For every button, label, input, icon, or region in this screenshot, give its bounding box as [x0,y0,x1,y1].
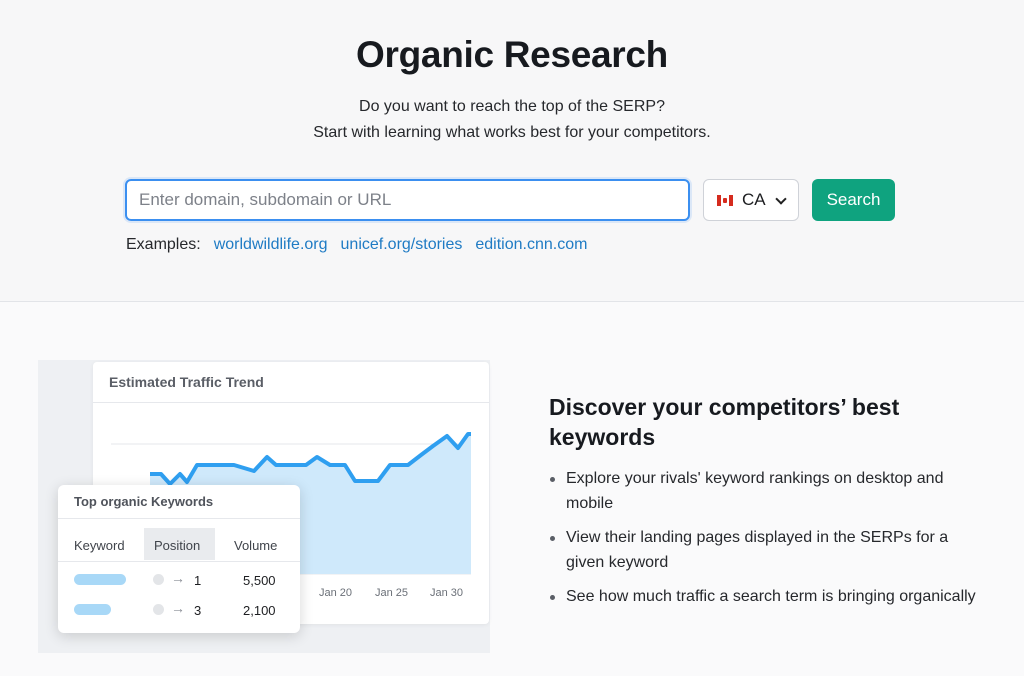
bullet-dot-icon [550,536,555,541]
position-dot-icon [153,574,164,585]
page-title: Organic Research [356,34,668,75]
examples-row: Examples: worldwildlife.org unicef.org/s… [126,236,587,254]
hero-section: Organic Research Do you want to reach th… [0,0,1024,302]
country-select[interactable]: CA [703,179,799,221]
list-item: Explore your rivals' keyword rankings on… [549,466,989,516]
discover-bullet-list: Explore your rivals' keyword rankings on… [549,466,989,618]
search-button[interactable]: Search [812,179,895,221]
canada-flag-icon [717,194,733,206]
x-axis-label: Jan 30 [430,587,463,599]
column-header-volume: Volume [234,538,278,553]
x-axis-label: Jan 25 [375,587,408,599]
chevron-down-icon [775,193,787,205]
hero-subtitle-line2: Start with learning what works best for … [313,124,711,141]
keyword-volume: 2,100 [243,603,276,618]
example-link-worldwildlife[interactable]: worldwildlife.org [214,236,328,254]
example-link-unicef[interactable]: unicef.org/stories [341,236,463,254]
hero-subtitle-line1: Do you want to reach the top of the SERP… [359,98,665,115]
top-keywords-card: Top organic Keywords Keyword Position Vo… [58,485,300,633]
country-code: CA [742,190,766,209]
keywords-card-divider [58,518,300,519]
keyword-position: 1 [194,573,202,588]
bullet-dot-icon [550,477,555,482]
column-header-keyword: Keyword [74,538,125,553]
position-dot-icon [153,604,164,615]
x-axis-label: Jan 20 [319,587,352,599]
bullet-dot-icon [550,595,555,600]
examples-label: Examples: [126,236,201,253]
keyword-placeholder-bar [74,604,111,615]
example-link-cnn[interactable]: edition.cnn.com [475,236,587,254]
keyword-placeholder-bar [74,574,126,585]
arrow-right-icon: → [171,600,185,616]
arrow-right-icon: → [171,570,185,586]
keywords-card-title: Top organic Keywords [74,494,214,509]
bullet-text: See how much traffic a search term is br… [566,588,976,605]
keywords-header-divider [58,561,300,562]
keyword-volume: 5,500 [243,573,276,588]
domain-search-input[interactable] [125,179,690,221]
list-item: View their landing pages displayed in th… [549,525,989,575]
keyword-position: 3 [194,603,202,618]
column-header-position: Position [154,538,201,553]
bullet-text: View their landing pages displayed in th… [566,529,949,571]
bullet-text: Explore your rivals' keyword rankings on… [566,470,944,512]
discover-heading: Discover your competitors’ best keywords [549,394,900,450]
list-item: See how much traffic a search term is br… [549,584,989,609]
